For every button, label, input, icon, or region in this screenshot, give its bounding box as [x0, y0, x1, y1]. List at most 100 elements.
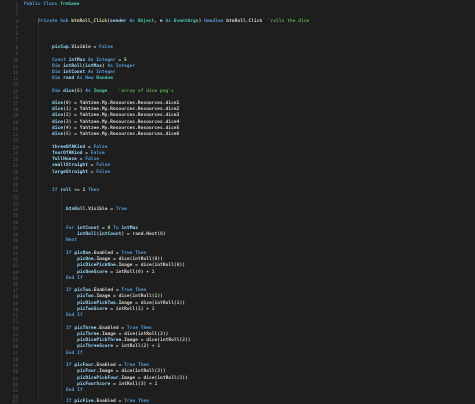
code-line[interactable]: threeOfAKind = False: [52, 145, 107, 150]
code-token: EventArgs: [173, 19, 199, 24]
line-number: 36: [12, 220, 18, 225]
code-token: =: [82, 151, 91, 156]
line-number: 49: [12, 301, 18, 306]
line-number: 4: [15, 19, 18, 24]
line-number: 6: [15, 31, 18, 36]
code-line[interactable]: End If: [66, 351, 83, 356]
code-line[interactable]: largeStraight = False: [52, 170, 110, 175]
code-line[interactable]: picDicePickFour.Image = dice(intRoll(3)): [66, 376, 188, 381]
code-line[interactable]: If picTwo.Enabled = True Then: [66, 288, 146, 293]
line-number: 32: [12, 195, 18, 200]
code-line[interactable]: Dim intRoll(intMax) As Integer: [52, 64, 135, 69]
code-line[interactable]: If picFour.Enabled = True Then: [66, 363, 149, 368]
code-token: ) = rand.Next(: [121, 232, 161, 237]
code-token: Image: [93, 89, 108, 94]
code-line[interactable]: If picThree.Enabled = True Then: [66, 326, 152, 331]
code-line[interactable]: Next: [66, 238, 77, 243]
line-number: 20: [12, 120, 18, 125]
line-number: 14: [12, 82, 18, 87]
code-token: Private Sub: [38, 19, 72, 24]
line-number: 10: [12, 58, 18, 63]
code-token: ) = Yahtzee.My.Resources.Resources.dice4: [68, 120, 180, 125]
code-token: End If: [66, 351, 83, 356]
code-line[interactable]: picDicePickOne.Image = dice(intRoll(0)): [66, 263, 185, 268]
line-number: 42: [12, 257, 18, 262]
code-token: 5: [123, 58, 127, 63]
code-line[interactable]: picOneScore = intRoll(0) + 1: [66, 270, 155, 275]
code-line[interactable]: dice(5) = Yahtzee.My.Resources.Resources…: [52, 132, 179, 137]
code-line[interactable]: picThree.Image = dice(intRoll(2)): [66, 332, 168, 337]
code-token: picOneScore: [66, 270, 108, 275]
code-token: picTwoScore: [66, 307, 108, 312]
code-token: .Image = dice(intRoll(: [118, 376, 180, 381]
code-token: picFour: [74, 363, 94, 368]
code-line[interactable]: End If: [66, 388, 83, 393]
code-line[interactable]: Public Class frmGame: [24, 2, 79, 7]
line-number: 17: [12, 101, 18, 106]
code-line[interactable]: dice(3) = Yahtzee.My.Resources.Resources…: [52, 120, 179, 125]
code-line[interactable]: dice(0) = Yahtzee.My.Resources.Resources…: [52, 101, 179, 106]
code-token: To: [110, 226, 122, 231]
code-token: =: [85, 145, 94, 150]
code-line[interactable]: picDicePickTwo.Image = dice(intRoll(1)): [66, 301, 185, 306]
line-number: 31: [12, 188, 18, 193]
code-line[interactable]: picFourScore = intRoll(3) + 1: [66, 382, 157, 387]
code-line[interactable]: End If: [66, 313, 83, 318]
code-token: picDicePickOne: [66, 263, 116, 268]
code-line[interactable]: If picOne.Enabled = True Then: [66, 251, 146, 256]
code-line[interactable]: dice(1) = Yahtzee.My.Resources.Resources…: [52, 107, 179, 112]
code-token: ) +: [146, 344, 158, 349]
indent-guide: [38, 22, 39, 400]
code-token: As Integer: [85, 70, 116, 75]
code-token: picThree: [74, 326, 97, 331]
code-line[interactable]: Const intMax As Integer = 5: [52, 58, 127, 63]
code-token: picDicePickThree: [66, 338, 122, 343]
code-editor[interactable]: 1 2 3 4 5 6 7 8 9 10 11 12 13 14 15 16 17 18 19 20 21 22 23 24 2…: [0, 0, 475, 404]
code-token: dice: [52, 120, 64, 125]
code-token: False: [85, 157, 100, 162]
code-token: intMax: [85, 64, 102, 69]
line-number: 16: [12, 95, 18, 100]
code-line[interactable]: picDicePickThree.Image = dice(intRoll(2)…: [66, 338, 190, 343]
line-number: 35: [12, 213, 18, 218]
line-number: 60: [12, 369, 18, 374]
line-number: 61: [12, 376, 18, 381]
code-token: intCount: [77, 226, 100, 231]
code-token: End If: [66, 388, 83, 393]
code-line[interactable]: If roll <= 2 Then: [52, 188, 99, 193]
code-line[interactable]: picTwo.Image = dice(intRoll(1)): [66, 294, 163, 299]
code-line[interactable]: For intCount = 0 To intMax: [66, 226, 138, 231]
code-line[interactable]: dice(4) = Yahtzee.My.Resources.Resources…: [52, 126, 179, 131]
code-line[interactable]: End If: [66, 276, 83, 281]
code-line[interactable]: Dim rand As New Random: [52, 76, 113, 81]
code-token: ) +: [143, 382, 155, 387]
code-token: False: [96, 170, 111, 175]
code-line[interactable]: smallStraight = False: [52, 163, 110, 168]
code-line[interactable]: Dim intCount As Integer: [52, 70, 116, 75]
code-token: = intRoll(: [107, 307, 138, 312]
code-line[interactable]: picTwoScore = intRoll(1) + 1: [66, 307, 155, 312]
code-line[interactable]: picCup.Visible = False: [52, 45, 113, 50]
line-number: 22: [12, 132, 18, 137]
code-token: False: [93, 145, 108, 150]
code-token: .Enabled =: [96, 326, 127, 331]
code-line[interactable]: Private Sub btnRoll_Click(sender As Obje…: [38, 19, 309, 24]
line-number: 39: [12, 238, 18, 243]
code-line[interactable]: picThreeScore = intRoll(2) + 1: [66, 344, 160, 349]
code-line[interactable]: fourOfAKind = False: [52, 151, 105, 156]
code-token: True Then: [126, 326, 152, 331]
code-line[interactable]: dice(2) = Yahtzee.My.Resources.Resources…: [52, 113, 179, 118]
line-number: 38: [12, 232, 18, 237]
code-token: intRoll: [63, 64, 83, 69]
code-token: =: [99, 226, 108, 231]
code-line[interactable]: picFour.Image = dice(intRoll(3)): [66, 369, 166, 374]
code-line[interactable]: intRoll(intCount) = rand.Next(6): [66, 232, 166, 237]
code-line[interactable]: fullHouse = False: [52, 157, 99, 162]
code-token: picFourScore: [66, 382, 111, 387]
code-line[interactable]: btnRoll.Visible = True: [66, 207, 127, 212]
code-token: As New: [74, 76, 97, 81]
code-line[interactable]: Dim dice(5) As Image 'array of dice png'…: [52, 89, 174, 94]
code-line[interactable]: picOne.Image = dice(intRoll(0)): [66, 257, 163, 262]
code-token: picTwo: [66, 294, 94, 299]
